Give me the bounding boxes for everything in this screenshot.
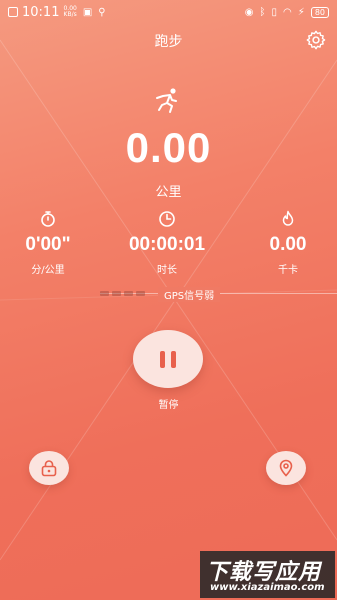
flame-icon [282,210,294,226]
stat-pace: 0'00" 分/公里 [0,210,98,276]
watermark-url: www.xiazaimao.com [210,582,325,593]
pace-label: 分/公里 [31,265,65,276]
gear-icon[interactable] [305,29,327,51]
stat-duration: 00:00:01 时长 [117,210,217,276]
lock-icon [41,460,57,477]
gps-signal: GPS信号弱 [0,287,337,302]
calories-value: 0.00 [269,234,307,255]
gps-status-text: GPS信号弱 [158,287,221,302]
pause-icon [160,350,165,368]
duration-label: 时长 [157,265,177,276]
notification-icon [8,7,18,17]
usb-icon: ⚲ [98,6,106,18]
map-pin-icon [279,459,293,477]
clock-icon [159,211,175,227]
lock-button[interactable] [29,451,69,485]
location-icon: ◉ [244,6,254,18]
pause-button[interactable] [133,330,203,388]
charging-icon: ⚡ [297,6,305,18]
stat-calories: 0.00 千卡 [238,210,337,276]
gps-signal-bars [100,291,145,296]
runner-icon [156,88,177,113]
status-time: 10:11 [22,4,60,20]
net-speed: 0.00 KB/s [63,5,77,18]
duration-value: 00:00:01 [128,234,206,255]
distance-value: 0.00 [125,124,212,171]
distance-unit: 公里 [155,185,182,200]
pause-label: 暂停 [158,400,179,411]
page-title: 跑步 [154,34,183,50]
map-button[interactable] [266,451,306,485]
battery-indicator: 80 [310,6,329,18]
watermark: 下载写应用 www.xiazaimao.com [200,551,335,598]
status-bar: 10:11 0.00 KB/s ▣ ⚲ ◉ ᛒ ▯ ◠ ⚡ 80 [0,0,337,24]
bluetooth-icon: ᛒ [259,6,266,18]
stopwatch-icon [41,211,55,227]
hd-icon: ▣ [82,6,93,18]
vibrate-icon: ▯ [271,6,278,18]
pace-value: 0'00" [25,234,71,255]
header: 跑步 [0,28,337,52]
wifi-icon: ◠ [283,6,292,18]
calories-label: 千卡 [278,265,298,276]
